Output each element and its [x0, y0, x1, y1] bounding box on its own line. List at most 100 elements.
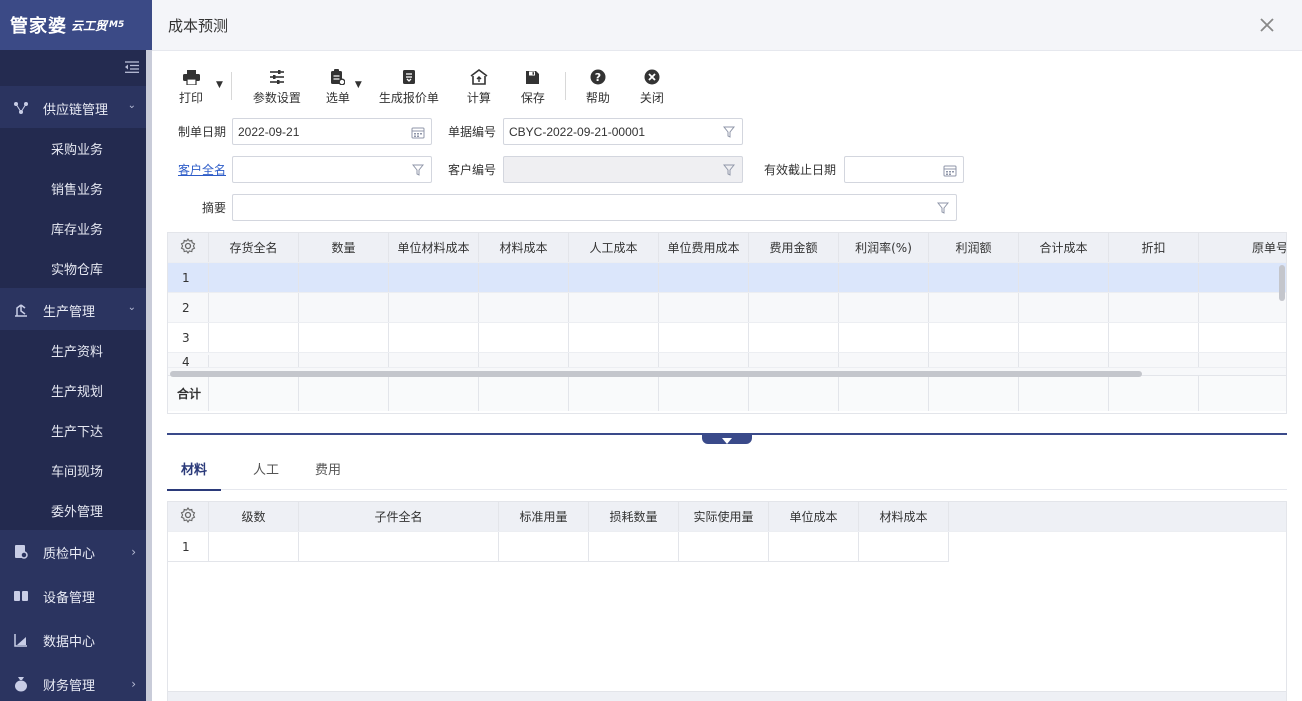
table-cell[interactable]	[569, 293, 659, 322]
table-cell[interactable]	[839, 353, 929, 367]
sidebar-item-inventory[interactable]: 库存业务	[0, 208, 152, 248]
table-cell[interactable]	[839, 263, 929, 292]
table-cell[interactable]	[929, 323, 1019, 352]
sidebar-item-outsourcing[interactable]: 委外管理	[0, 490, 152, 530]
table-cell[interactable]	[389, 293, 479, 322]
table-cell[interactable]	[659, 353, 749, 367]
sidebar-item-production-plan[interactable]: 生产规划	[0, 370, 152, 410]
tab-expense[interactable]: 费用	[301, 446, 355, 490]
table-cell[interactable]	[479, 323, 569, 352]
filter-icon[interactable]	[722, 163, 736, 177]
sidebar-group-quality[interactable]: 质检中心 ›	[0, 532, 152, 572]
tab-material[interactable]: 材料	[167, 446, 222, 491]
sidebar-item-production-issue[interactable]: 生产下达	[0, 410, 152, 450]
table-row[interactable]: 1	[168, 532, 949, 562]
sidebar-item-purchase[interactable]: 采购业务	[0, 128, 152, 168]
date-field[interactable]: 2022-09-21	[232, 118, 432, 145]
sidebar-group-production[interactable]: 生产管理 ⌄	[0, 290, 152, 330]
col-discount[interactable]: 折扣	[1109, 233, 1199, 262]
save-button[interactable]: 保存	[518, 64, 548, 106]
table-cell[interactable]	[1199, 293, 1286, 322]
params-button[interactable]: 参数设置	[252, 64, 302, 106]
close-button[interactable]: 关闭	[639, 64, 665, 106]
grid-settings-cell[interactable]	[168, 233, 209, 262]
table-cell[interactable]	[389, 263, 479, 292]
table-row[interactable]: 3	[168, 323, 1286, 353]
table-cell[interactable]	[749, 323, 839, 352]
table-cell[interactable]	[1019, 323, 1109, 352]
table-cell[interactable]	[299, 263, 389, 292]
sidebar-group-equipment[interactable]: 设备管理	[0, 576, 152, 616]
table-cell[interactable]	[659, 293, 749, 322]
table-cell[interactable]	[1019, 353, 1109, 367]
table-cell[interactable]	[929, 263, 1019, 292]
horizontal-scrollbar[interactable]	[170, 371, 1142, 377]
table-cell[interactable]	[209, 323, 299, 352]
table-cell[interactable]	[1019, 263, 1109, 292]
col-profit-amount[interactable]: 利润额	[929, 233, 1019, 262]
col-component-name[interactable]: 子件全名	[299, 502, 499, 531]
col-level[interactable]: 级数	[209, 502, 299, 531]
table-cell[interactable]	[479, 293, 569, 322]
sidebar-group-finance[interactable]: 财务管理 ›	[0, 664, 152, 701]
table-cell[interactable]	[1109, 293, 1199, 322]
table-cell[interactable]	[479, 353, 569, 367]
col-total-cost[interactable]: 合计成本	[1019, 233, 1109, 262]
gear-icon[interactable]	[180, 237, 196, 257]
table-cell[interactable]	[749, 263, 839, 292]
table-cell[interactable]	[1199, 353, 1286, 367]
table-cell[interactable]	[749, 353, 839, 367]
table-row[interactable]: 4	[168, 353, 1286, 368]
sidebar-item-warehouse[interactable]: 实物仓库	[0, 248, 152, 288]
table-cell[interactable]	[299, 532, 499, 561]
filter-icon[interactable]	[936, 201, 950, 215]
table-cell[interactable]	[1109, 353, 1199, 367]
sidebar-item-sales[interactable]: 销售业务	[0, 168, 152, 208]
vertical-scrollbar[interactable]	[1279, 265, 1285, 301]
table-cell[interactable]	[839, 293, 929, 322]
table-row[interactable]: 1	[168, 263, 1286, 293]
col-quantity[interactable]: 数量	[299, 233, 389, 262]
table-cell[interactable]	[209, 353, 299, 367]
summary-field[interactable]	[232, 194, 957, 221]
table-cell[interactable]	[209, 293, 299, 322]
table-cell[interactable]	[299, 353, 389, 367]
table-cell[interactable]	[659, 323, 749, 352]
col-item-name[interactable]: 存货全名	[209, 233, 299, 262]
table-cell[interactable]	[839, 323, 929, 352]
col-labor-cost[interactable]: 人工成本	[569, 233, 659, 262]
col-material-cost[interactable]: 材料成本	[479, 233, 569, 262]
gear-icon[interactable]	[180, 506, 196, 526]
custno-field[interactable]	[503, 156, 743, 183]
sidebar-group-data[interactable]: 数据中心	[0, 620, 152, 660]
table-cell[interactable]	[389, 353, 479, 367]
filter-icon[interactable]	[411, 163, 425, 177]
table-cell[interactable]	[209, 263, 299, 292]
table-cell[interactable]	[749, 293, 839, 322]
col-loss-qty[interactable]: 损耗数量	[589, 502, 679, 531]
table-cell[interactable]	[299, 323, 389, 352]
col-profit-rate[interactable]: 利润率(%)	[839, 233, 929, 262]
calendar-icon[interactable]	[943, 163, 957, 177]
table-cell[interactable]	[569, 263, 659, 292]
col-unit-material-cost[interactable]: 单位材料成本	[389, 233, 479, 262]
col-detail-material-cost[interactable]: 材料成本	[859, 502, 949, 531]
window-close-icon[interactable]	[1256, 14, 1278, 36]
calendar-icon[interactable]	[411, 125, 425, 139]
select-dropdown-icon[interactable]: ▼	[355, 80, 362, 90]
table-cell[interactable]	[1199, 323, 1286, 352]
print-button[interactable]: 打印	[176, 64, 206, 106]
table-cell[interactable]	[479, 263, 569, 292]
col-standard-usage[interactable]: 标准用量	[499, 502, 589, 531]
table-cell[interactable]	[1199, 263, 1286, 292]
col-unit-expense-cost[interactable]: 单位费用成本	[659, 233, 749, 262]
table-cell[interactable]	[569, 353, 659, 367]
sidebar-group-supply-chain[interactable]: 供应链管理 ⌄	[0, 88, 152, 128]
table-cell[interactable]	[209, 532, 299, 561]
generate-quote-button[interactable]: 生成报价单	[378, 64, 440, 106]
docno-field[interactable]: CBYC-2022-09-21-00001	[503, 118, 743, 145]
col-expense-amount[interactable]: 费用金额	[749, 233, 839, 262]
print-dropdown-icon[interactable]: ▼	[216, 80, 223, 90]
table-cell[interactable]	[589, 532, 679, 561]
valid-date-field[interactable]	[844, 156, 964, 183]
